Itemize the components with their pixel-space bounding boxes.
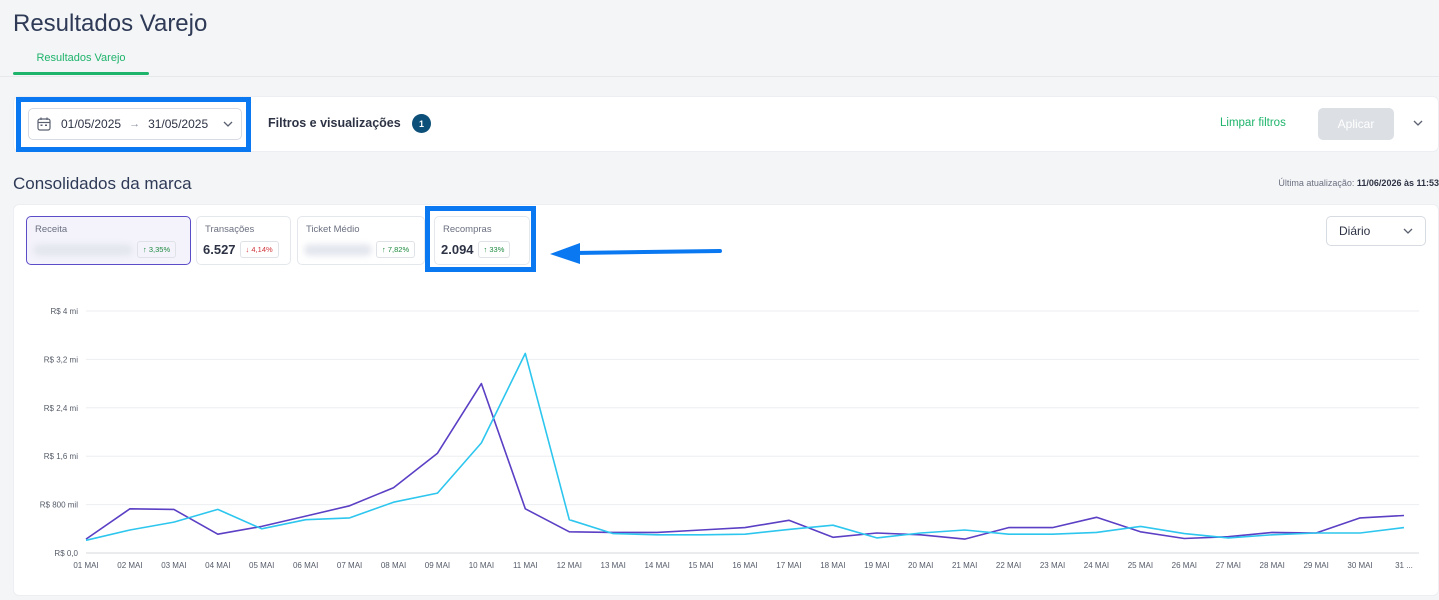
- x-tick-label: 15 MAI: [688, 561, 713, 570]
- chevron-down-icon[interactable]: [1412, 118, 1424, 128]
- x-tick-label: 13 MAI: [601, 561, 626, 570]
- x-tick-label: 29 MAI: [1303, 561, 1328, 570]
- kpi-delta-badge: ↑ 7,82%: [376, 241, 416, 258]
- chevron-down-icon: [1403, 228, 1413, 234]
- y-tick-label: R$ 4 mi: [50, 307, 78, 316]
- x-tick-label: 22 MAI: [996, 561, 1021, 570]
- clear-filters-link[interactable]: Limpar filtros: [1220, 117, 1286, 129]
- kpi-delta: 7,82%: [387, 245, 410, 254]
- annotation-highlight-box: [425, 206, 536, 272]
- x-tick-label: 09 MAI: [425, 561, 450, 570]
- filters-toggle[interactable]: Filtros e visualizações: [268, 116, 401, 130]
- x-tick-label: 21 MAI: [952, 561, 977, 570]
- y-tick-label: R$ 1,6 mi: [44, 452, 78, 461]
- line-chart: R$ 0,0 R$ 800 mil R$ 1,6 mi R$ 2,4 mi R$ 3,2…: [40, 307, 1419, 570]
- x-tick-label: 12 MAI: [557, 561, 582, 570]
- x-tick-label: 23 MAI: [1040, 561, 1065, 570]
- filters-count-badge: 1: [412, 114, 431, 133]
- kpi-delta-badge: ↓ 4,14%: [239, 241, 279, 258]
- last-updated-value: 11/06/2026 às 11:53: [1356, 178, 1439, 188]
- y-tick-label: R$ 800 mil: [40, 501, 78, 510]
- kpi-value-hidden: [304, 243, 372, 256]
- last-updated-prefix: Última atualização:: [1278, 178, 1355, 188]
- x-tick-label: 18 MAI: [820, 561, 845, 570]
- kpi-value: 6.527: [203, 242, 236, 257]
- x-tick-label: 02 MAI: [117, 561, 142, 570]
- tab-divider: [0, 76, 1439, 77]
- x-tick-label: 07 MAI: [337, 561, 362, 570]
- tab-resultados-varejo[interactable]: Resultados Varejo: [13, 52, 149, 64]
- annotation-highlight-box: [16, 97, 251, 152]
- x-tick-label: 25 MAI: [1128, 561, 1153, 570]
- y-tick-label: R$ 0,0: [54, 549, 78, 558]
- annotation-arrow-icon: [550, 243, 722, 264]
- x-tick-label: 20 MAI: [908, 561, 933, 570]
- x-tick-label: 08 MAI: [381, 561, 406, 570]
- x-tick-label: 28 MAI: [1260, 561, 1285, 570]
- kpi-delta: 3,35%: [148, 245, 171, 254]
- section-title: Consolidados da marca: [13, 174, 192, 193]
- last-updated: Última atualização: 11/06/2026 às 11:53: [1278, 178, 1439, 188]
- x-tick-label: 24 MAI: [1084, 561, 1109, 570]
- x-tick-label: 01 MAI: [73, 561, 98, 570]
- x-tick-label: 06 MAI: [293, 561, 318, 570]
- kpi-label: Ticket Médio: [306, 224, 360, 235]
- y-tick-label: R$ 3,2 mi: [44, 355, 78, 364]
- kpi-transacoes[interactable]: Transações 6.527 ↓ 4,14%: [196, 216, 291, 265]
- x-tick-label: 27 MAI: [1216, 561, 1241, 570]
- kpi-ticket-medio[interactable]: Ticket Médio ↑ 7,82%: [297, 216, 425, 265]
- x-tick-label: 16 MAI: [732, 561, 757, 570]
- x-tick-label: 14 MAI: [644, 561, 669, 570]
- kpi-delta-badge: ↑ 3,35%: [137, 241, 177, 258]
- series-line-1: [85, 382, 1405, 540]
- y-tick-label: R$ 2,4 mi: [44, 404, 78, 413]
- period-select[interactable]: Diário: [1326, 216, 1426, 246]
- x-tick-label: 03 MAI: [161, 561, 186, 570]
- x-tick-label: 17 MAI: [776, 561, 801, 570]
- x-tick-label: 31 ...: [1395, 561, 1413, 570]
- kpi-label: Transações: [205, 224, 255, 235]
- apply-button[interactable]: Aplicar: [1318, 108, 1394, 140]
- x-tick-label: 19 MAI: [864, 561, 889, 570]
- x-tick-label: 04 MAI: [205, 561, 230, 570]
- kpi-delta: 4,14%: [251, 245, 273, 254]
- x-tick-label: 05 MAI: [249, 561, 274, 570]
- x-tick-label: 10 MAI: [469, 561, 494, 570]
- kpi-label: Receita: [35, 224, 68, 235]
- x-tick-label: 26 MAI: [1172, 561, 1197, 570]
- page-title: Resultados Varejo: [13, 10, 208, 37]
- x-tick-label: 11 MAI: [513, 561, 538, 570]
- kpi-value-hidden: [33, 243, 133, 256]
- x-tick-label: 30 MAI: [1347, 561, 1372, 570]
- series-line-2: [85, 352, 1405, 542]
- tab-active-indicator: [13, 72, 149, 75]
- kpi-receita[interactable]: Receita ↑ 3,35%: [26, 216, 191, 265]
- period-select-value: Diário: [1339, 224, 1371, 238]
